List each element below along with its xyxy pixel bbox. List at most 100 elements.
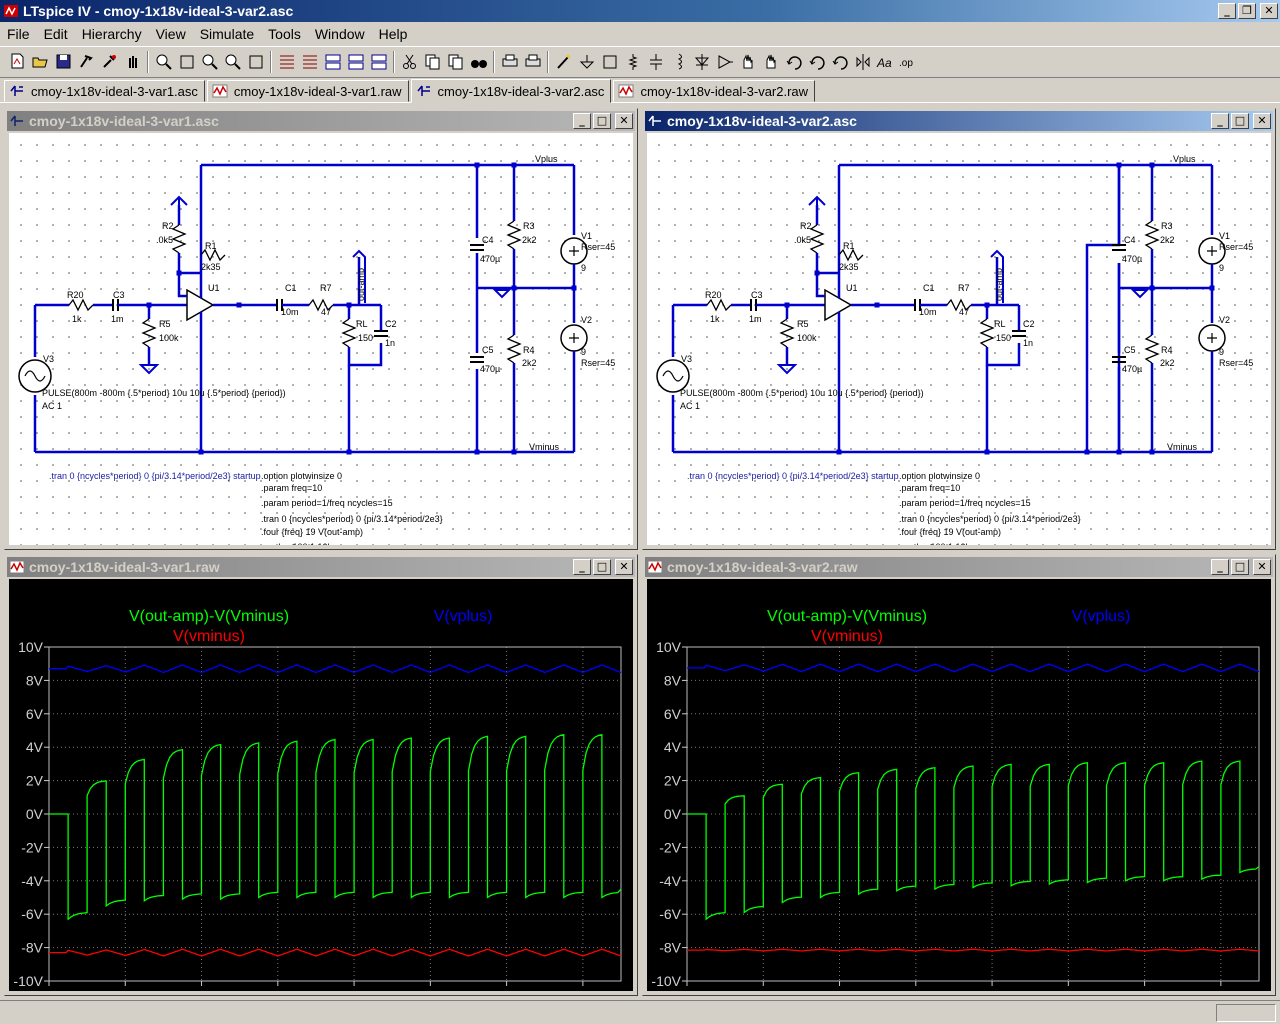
maximize-button[interactable]: □ [1231, 113, 1249, 129]
schematic-svg[interactable]: Vplus Vminus out-amp R2 .0k5 R1 2k35 U1 R20 1k C3 1… [9, 133, 633, 545]
resistor-r4[interactable] [506, 334, 522, 364]
legend-entry[interactable]: V(vminus) [173, 628, 245, 645]
minimize-button[interactable]: _ [1211, 113, 1229, 129]
autorange-icon[interactable] [275, 51, 298, 74]
minimize-button[interactable]: _ [1211, 559, 1229, 575]
resistor-r2[interactable] [171, 224, 187, 254]
resistor-r4[interactable] [1144, 334, 1160, 364]
minimize-button[interactable]: _ [1218, 3, 1236, 19]
resistor-r2[interactable] [809, 224, 825, 254]
window-caption[interactable]: cmoy-1x18v-ideal-3-var2.asc _ □ ✕ [645, 111, 1273, 131]
menu-view[interactable]: View [149, 26, 193, 42]
wire[interactable] [985, 343, 1021, 367]
schematic-svg[interactable]: Vplus Vminus out-amp R2 .0k5 R1 2k35 U1 R20 1k C3 1… [647, 133, 1271, 545]
drag-icon[interactable] [759, 51, 782, 74]
menu-help[interactable]: Help [372, 26, 415, 42]
tab-var1-raw[interactable]: cmoy-1x18v-ideal-3-var1.raw [206, 80, 409, 102]
window-caption[interactable]: cmoy-1x18v-ideal-3-var1.raw _ □ ✕ [7, 557, 635, 577]
tile-horizontal-icon[interactable] [321, 51, 344, 74]
find-icon[interactable] [467, 51, 490, 74]
grid-icon[interactable] [298, 51, 321, 74]
spice-directive[interactable]: .tran 0 {ncycles*period} 0 {pi/3.14*peri… [261, 514, 443, 524]
schematic-window-var2[interactable]: cmoy-1x18v-ideal-3-var2.asc _ □ ✕ Vplus Vmi… [642, 108, 1276, 550]
resistor-rl[interactable] [341, 318, 357, 348]
wire[interactable] [1085, 165, 1121, 452]
resistor-r1[interactable] [200, 248, 226, 262]
capacitor-c5[interactable] [470, 356, 484, 363]
menu-hierarchy[interactable]: Hierarchy [75, 26, 149, 42]
undo-icon[interactable] [782, 51, 805, 74]
pan-icon[interactable] [175, 51, 198, 74]
spice-directive[interactable]: .param period=1/freq ncycles=15 [261, 498, 393, 508]
close-button[interactable]: ✕ [615, 559, 633, 575]
wire-icon[interactable] [552, 51, 575, 74]
copy-icon[interactable] [421, 51, 444, 74]
resistor-r3[interactable] [506, 220, 522, 250]
run-icon[interactable] [98, 51, 121, 74]
menu-file[interactable]: File [0, 26, 37, 42]
plot-pane[interactable]: 10V 8V 6V 4V 2V 0V -2V -4V -6V -8V -10V0.0s 0.2s 0.4… [9, 579, 633, 991]
restore-button[interactable]: ❐ [1238, 3, 1256, 19]
print-setup-icon[interactable] [498, 51, 521, 74]
zoom-in-icon[interactable] [152, 51, 175, 74]
resistor-r1[interactable] [838, 248, 864, 262]
wire[interactable] [815, 273, 825, 298]
legend-entry[interactable]: V(vplus) [1072, 608, 1131, 625]
close-button[interactable]: ✕ [1260, 3, 1278, 19]
tab-var2-raw[interactable]: cmoy-1x18v-ideal-3-var2.raw [613, 80, 816, 102]
spice-directive[interactable]: .ac dec 100 1 10k [261, 542, 333, 545]
wire[interactable] [177, 273, 187, 298]
control-panel-icon[interactable] [75, 51, 98, 74]
trace-v-vplus-[interactable] [49, 664, 622, 674]
trace-v-vminus-[interactable] [687, 948, 1260, 952]
spice-directive[interactable]: .four {freq} 19 V(out-amp) [899, 527, 1001, 537]
spice-directive[interactable]: .option plotwinsize 0 [261, 471, 342, 481]
spice-directive[interactable]: .tran 0 {ncycles*period} 0 {pi/3.14*peri… [899, 514, 1081, 524]
tile-vertical-icon[interactable] [367, 51, 390, 74]
close-button[interactable]: ✕ [615, 113, 633, 129]
schematic-canvas[interactable]: Vplus Vminus out-amp R2 .0k5 R1 2k35 U1 R20 1k C3 1… [647, 133, 1271, 545]
spice-directive[interactable]: .four {freq} 19 V(out-amp) [261, 527, 363, 537]
close-button[interactable]: ✕ [1253, 559, 1271, 575]
capacitor-c4[interactable] [470, 244, 484, 251]
waveform-window-var1[interactable]: cmoy-1x18v-ideal-3-var1.raw _ □ ✕ 10V 8V 6V 4… [4, 554, 638, 996]
spice-directive[interactable]: .option plotwinsize 0 [899, 471, 980, 481]
menu-tools[interactable]: Tools [261, 26, 308, 42]
resistor-r20[interactable] [68, 298, 94, 312]
cut-icon[interactable] [398, 51, 421, 74]
inductor-icon[interactable] [667, 51, 690, 74]
minimize-button[interactable]: _ [573, 113, 591, 129]
spice-directive[interactable]: .ac dec 100 1 10k [899, 542, 971, 545]
menu-edit[interactable]: Edit [37, 26, 75, 42]
legend-entry[interactable]: V(vminus) [811, 628, 883, 645]
waveform-window-var2[interactable]: cmoy-1x18v-ideal-3-var2.raw _ □ ✕ 10V 8V 6V 4… [642, 554, 1276, 996]
move-icon[interactable] [736, 51, 759, 74]
zoom-fit-icon[interactable] [221, 51, 244, 74]
capacitor-icon[interactable] [644, 51, 667, 74]
halt-icon[interactable] [121, 51, 144, 74]
text-icon[interactable]: Aa [874, 51, 897, 74]
schematic-window-var1[interactable]: cmoy-1x18v-ideal-3-var1.asc _ □ ✕ Vplus Vmi… [4, 108, 638, 550]
window-caption[interactable]: cmoy-1x18v-ideal-3-var1.asc _ □ ✕ [7, 111, 635, 131]
save-icon[interactable] [52, 51, 75, 74]
print-icon[interactable] [521, 51, 544, 74]
spice-directive[interactable]: .param freq=10 [899, 483, 960, 493]
plot-pane[interactable]: 10V 8V 6V 4V 2V 0V -2V -4V -6V -8V -10V0.0s 0.2s 0.4… [647, 579, 1271, 991]
spice-directive[interactable]: .param freq=10 [261, 483, 322, 493]
rotate-icon[interactable] [828, 51, 851, 74]
maximize-button[interactable]: □ [593, 113, 611, 129]
ltspice-app-icon[interactable] [3, 3, 19, 19]
trace-v-vminus-[interactable] [49, 948, 622, 957]
label-net-icon[interactable] [598, 51, 621, 74]
capacitor-c4[interactable] [1112, 244, 1126, 251]
maximize-button[interactable]: □ [593, 559, 611, 575]
waveform-plot[interactable]: 10V 8V 6V 4V 2V 0V -2V -4V -6V -8V -10V0.0s 0.2s 0.4… [9, 579, 633, 991]
spice-directive[interactable]: .tran 0 {ncycles*period} 0 {pi/3.14*peri… [49, 471, 261, 481]
diode-icon[interactable] [690, 51, 713, 74]
menu-simulate[interactable]: Simulate [193, 26, 261, 42]
tab-var1-asc[interactable]: cmoy-1x18v-ideal-3-var1.asc [4, 80, 205, 102]
trace-v-out-amp-v-vminus-[interactable] [687, 760, 1260, 921]
minimize-button[interactable]: _ [573, 559, 591, 575]
tab-var2-asc[interactable]: cmoy-1x18v-ideal-3-var2.asc [410, 79, 612, 103]
capacitor-c2[interactable] [1012, 330, 1026, 337]
